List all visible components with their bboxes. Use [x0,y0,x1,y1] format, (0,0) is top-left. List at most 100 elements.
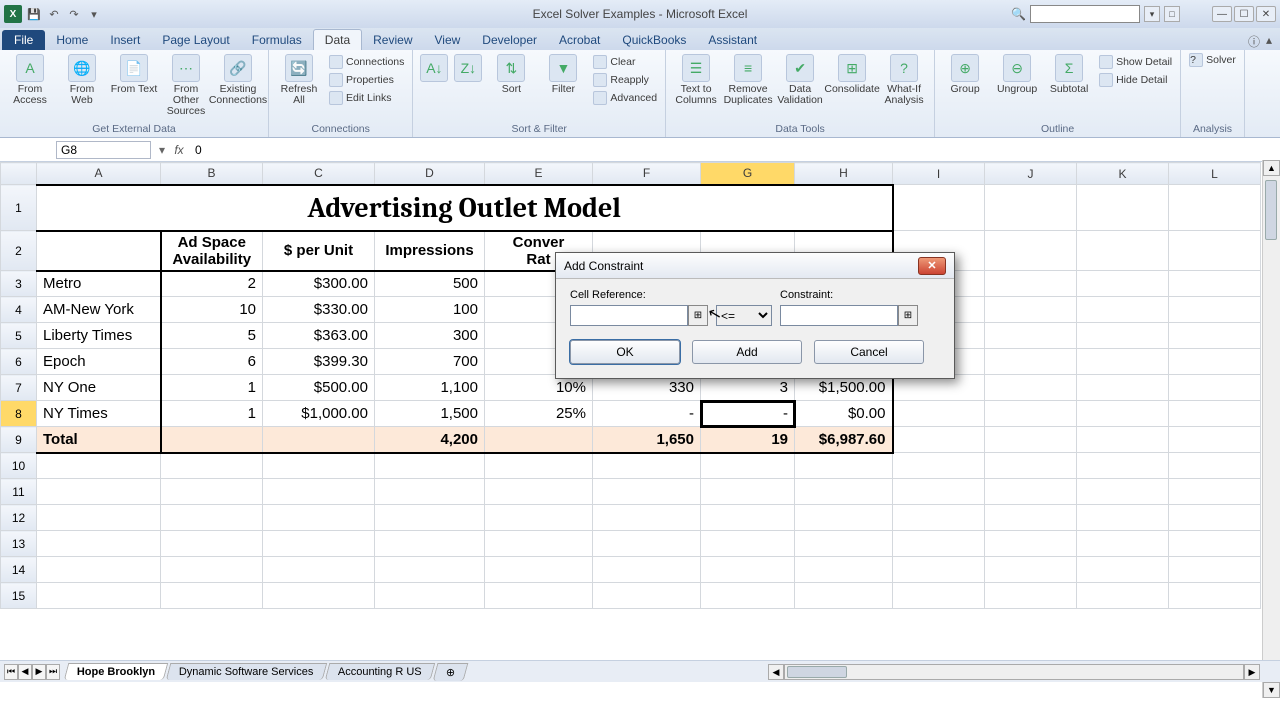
maximize-button[interactable]: ☐ [1234,6,1254,22]
cell-reference-input[interactable] [570,305,688,326]
selected-cell[interactable]: - [701,401,795,427]
tab-quickbooks[interactable]: QuickBooks [611,30,697,50]
reapply-button[interactable]: Reapply [591,72,659,88]
scroll-up-icon[interactable]: ▲ [1263,160,1280,176]
ribbon-help-icon[interactable]: ⓘ [1248,33,1260,50]
sort-desc-button[interactable]: Z↓ [453,52,483,84]
existing-connections-button[interactable]: 🔗Existing Connections [214,52,262,106]
remove-duplicates-button[interactable]: ≡Remove Duplicates [724,52,772,106]
fx-icon[interactable]: fx [169,143,189,157]
scroll-thumb[interactable] [787,666,847,678]
scroll-down-icon[interactable]: ▼ [1263,682,1280,698]
connections-button[interactable]: Connections [327,54,406,70]
from-access-button[interactable]: AFrom Access [6,52,54,106]
ribbon-collapse-icon[interactable]: ▴ [1266,33,1272,50]
scroll-thumb[interactable] [1265,180,1277,240]
show-detail-button[interactable]: Show Detail [1097,54,1174,70]
col-header[interactable]: C [263,163,375,185]
sheet-nav-first[interactable]: ⏮ [4,664,18,680]
clear-button[interactable]: Clear [591,54,659,70]
col-header[interactable]: A [37,163,161,185]
dialog-close-button[interactable]: ✕ [918,257,946,275]
col-header[interactable]: D [375,163,485,185]
range-picker-icon[interactable]: ⊞ [898,305,918,326]
sheet-nav-next[interactable]: ▶ [32,664,46,680]
sheet-tab[interactable]: Accounting R US [324,663,434,680]
from-web-button[interactable]: 🌐From Web [58,52,106,106]
help-search-input[interactable] [1030,5,1140,23]
vertical-scrollbar[interactable]: ▲ ▼ [1262,160,1280,698]
search-icon[interactable]: 🔍 [1011,7,1026,21]
sheet-tab-bar: ⏮ ◀ ▶ ⏭ Hope Brooklyn Dynamic Software S… [0,660,1280,682]
col-header[interactable]: I [893,163,985,185]
sort-asc-button[interactable]: A↓ [419,52,449,84]
title-cell[interactable]: Advertising Outlet Model [37,185,893,231]
save-icon[interactable]: 💾 [26,6,42,22]
sort-button[interactable]: ⇅Sort [487,52,535,95]
col-header[interactable]: J [985,163,1077,185]
filter-button[interactable]: ▼Filter [539,52,587,95]
group-label: Connections [275,121,406,137]
name-box[interactable] [56,141,151,159]
worksheet-grid[interactable]: A B C D E F G H I J K L 1Advertising Out… [0,162,1280,660]
from-other-button[interactable]: ⋯From Other Sources [162,52,210,117]
tab-assistant[interactable]: Assistant [697,30,768,50]
tab-acrobat[interactable]: Acrobat [548,30,611,50]
close-window-button[interactable]: ✕ [1256,6,1276,22]
solver-button[interactable]: ?Solver [1187,52,1238,68]
tab-review[interactable]: Review [362,30,423,50]
tab-page-layout[interactable]: Page Layout [151,30,240,50]
tab-formulas[interactable]: Formulas [241,30,313,50]
subtotal-button[interactable]: ΣSubtotal [1045,52,1093,95]
scroll-right-icon[interactable]: ▶ [1244,664,1260,680]
select-all-corner[interactable] [1,163,37,185]
scroll-left-icon[interactable]: ◀ [768,664,784,680]
sheet-nav-last[interactable]: ⏭ [46,664,60,680]
formula-input[interactable]: 0 [189,142,1280,158]
group-button[interactable]: ⊕Group [941,52,989,95]
col-header[interactable]: K [1077,163,1169,185]
col-header[interactable]: E [485,163,593,185]
col-header[interactable]: B [161,163,263,185]
tab-file[interactable]: File [2,30,45,50]
from-text-button[interactable]: 📄From Text [110,52,158,95]
qat-dropdown-icon[interactable]: ▾ [86,6,102,22]
tab-insert[interactable]: Insert [99,30,151,50]
properties-button[interactable]: Properties [327,72,406,88]
consolidate-button[interactable]: ⊞Consolidate [828,52,876,95]
col-header[interactable]: L [1169,163,1261,185]
ribbon-min-icon[interactable]: ▾ [1144,6,1160,22]
operator-select[interactable]: <= [716,305,772,326]
ok-button[interactable]: OK [570,340,680,364]
tab-view[interactable]: View [424,30,472,50]
what-if-button[interactable]: ?What-If Analysis [880,52,928,106]
hide-detail-button[interactable]: Hide Detail [1097,72,1174,88]
advanced-button[interactable]: Advanced [591,90,659,106]
redo-icon[interactable]: ↷ [66,6,82,22]
tab-home[interactable]: Home [45,30,99,50]
data-validation-button[interactable]: ✔Data Validation [776,52,824,106]
sheet-tab[interactable]: Dynamic Software Services [166,663,327,680]
tab-developer[interactable]: Developer [471,30,548,50]
col-header[interactable]: F [593,163,701,185]
col-header[interactable]: G [701,163,795,185]
new-sheet-button[interactable]: ⊕ [432,663,468,681]
edit-links-button[interactable]: Edit Links [327,90,406,106]
subwin-restore-icon[interactable]: □ [1164,6,1180,22]
name-box-dropdown[interactable]: ▾ [155,143,169,157]
constraint-input[interactable] [780,305,898,326]
refresh-all-button[interactable]: 🔄Refresh All [275,52,323,106]
ungroup-button[interactable]: ⊖Ungroup [993,52,1041,95]
cancel-button[interactable]: Cancel [814,340,924,364]
undo-icon[interactable]: ↶ [46,6,62,22]
sheet-tab[interactable]: Hope Brooklyn [64,663,169,680]
minimize-button[interactable]: — [1212,6,1232,22]
tab-data[interactable]: Data [313,29,362,50]
ribbon-tabs: File Home Insert Page Layout Formulas Da… [0,28,1280,50]
horizontal-scrollbar[interactable]: ◀ ▶ [768,664,1260,680]
range-picker-icon[interactable]: ⊞ [688,305,708,326]
col-header[interactable]: H [795,163,893,185]
add-button[interactable]: Add [692,340,802,364]
text-to-columns-button[interactable]: ☰Text to Columns [672,52,720,106]
sheet-nav-prev[interactable]: ◀ [18,664,32,680]
